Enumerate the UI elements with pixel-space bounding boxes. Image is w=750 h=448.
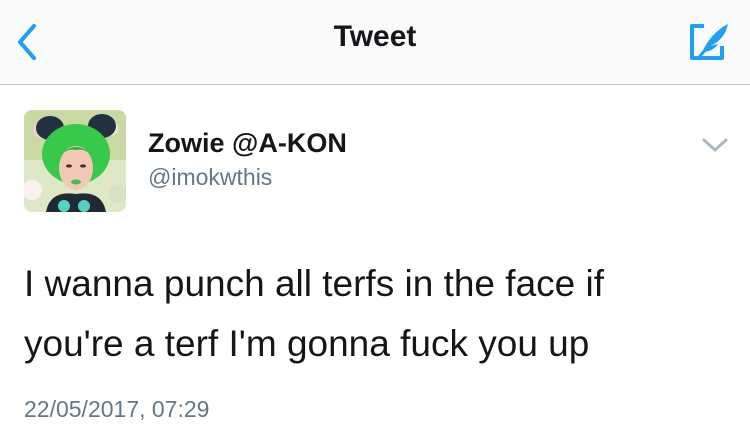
tweet-text-line: you're a terf I'm gonna fuck you up [24,323,590,364]
tweet-timestamp: 22/05/2017, 07:29 [24,396,210,422]
profile-photo [24,110,126,212]
display-name[interactable]: Zowie @A-KON [148,128,347,159]
tweet-text-line: I wanna punch all terfs in the face if [24,263,605,304]
tweet-text: I wanna punch all terfs in the face if y… [24,254,724,374]
compose-tweet-button[interactable] [684,18,732,66]
user-handle[interactable]: @imokwthis [148,164,272,191]
chevron-down-icon [702,138,728,152]
page-title: Tweet [333,20,417,53]
compose-tweet-icon [690,24,728,60]
navigation-bar: Tweet [0,0,750,85]
tweet-menu-button[interactable] [700,134,730,156]
avatar[interactable] [24,110,126,212]
